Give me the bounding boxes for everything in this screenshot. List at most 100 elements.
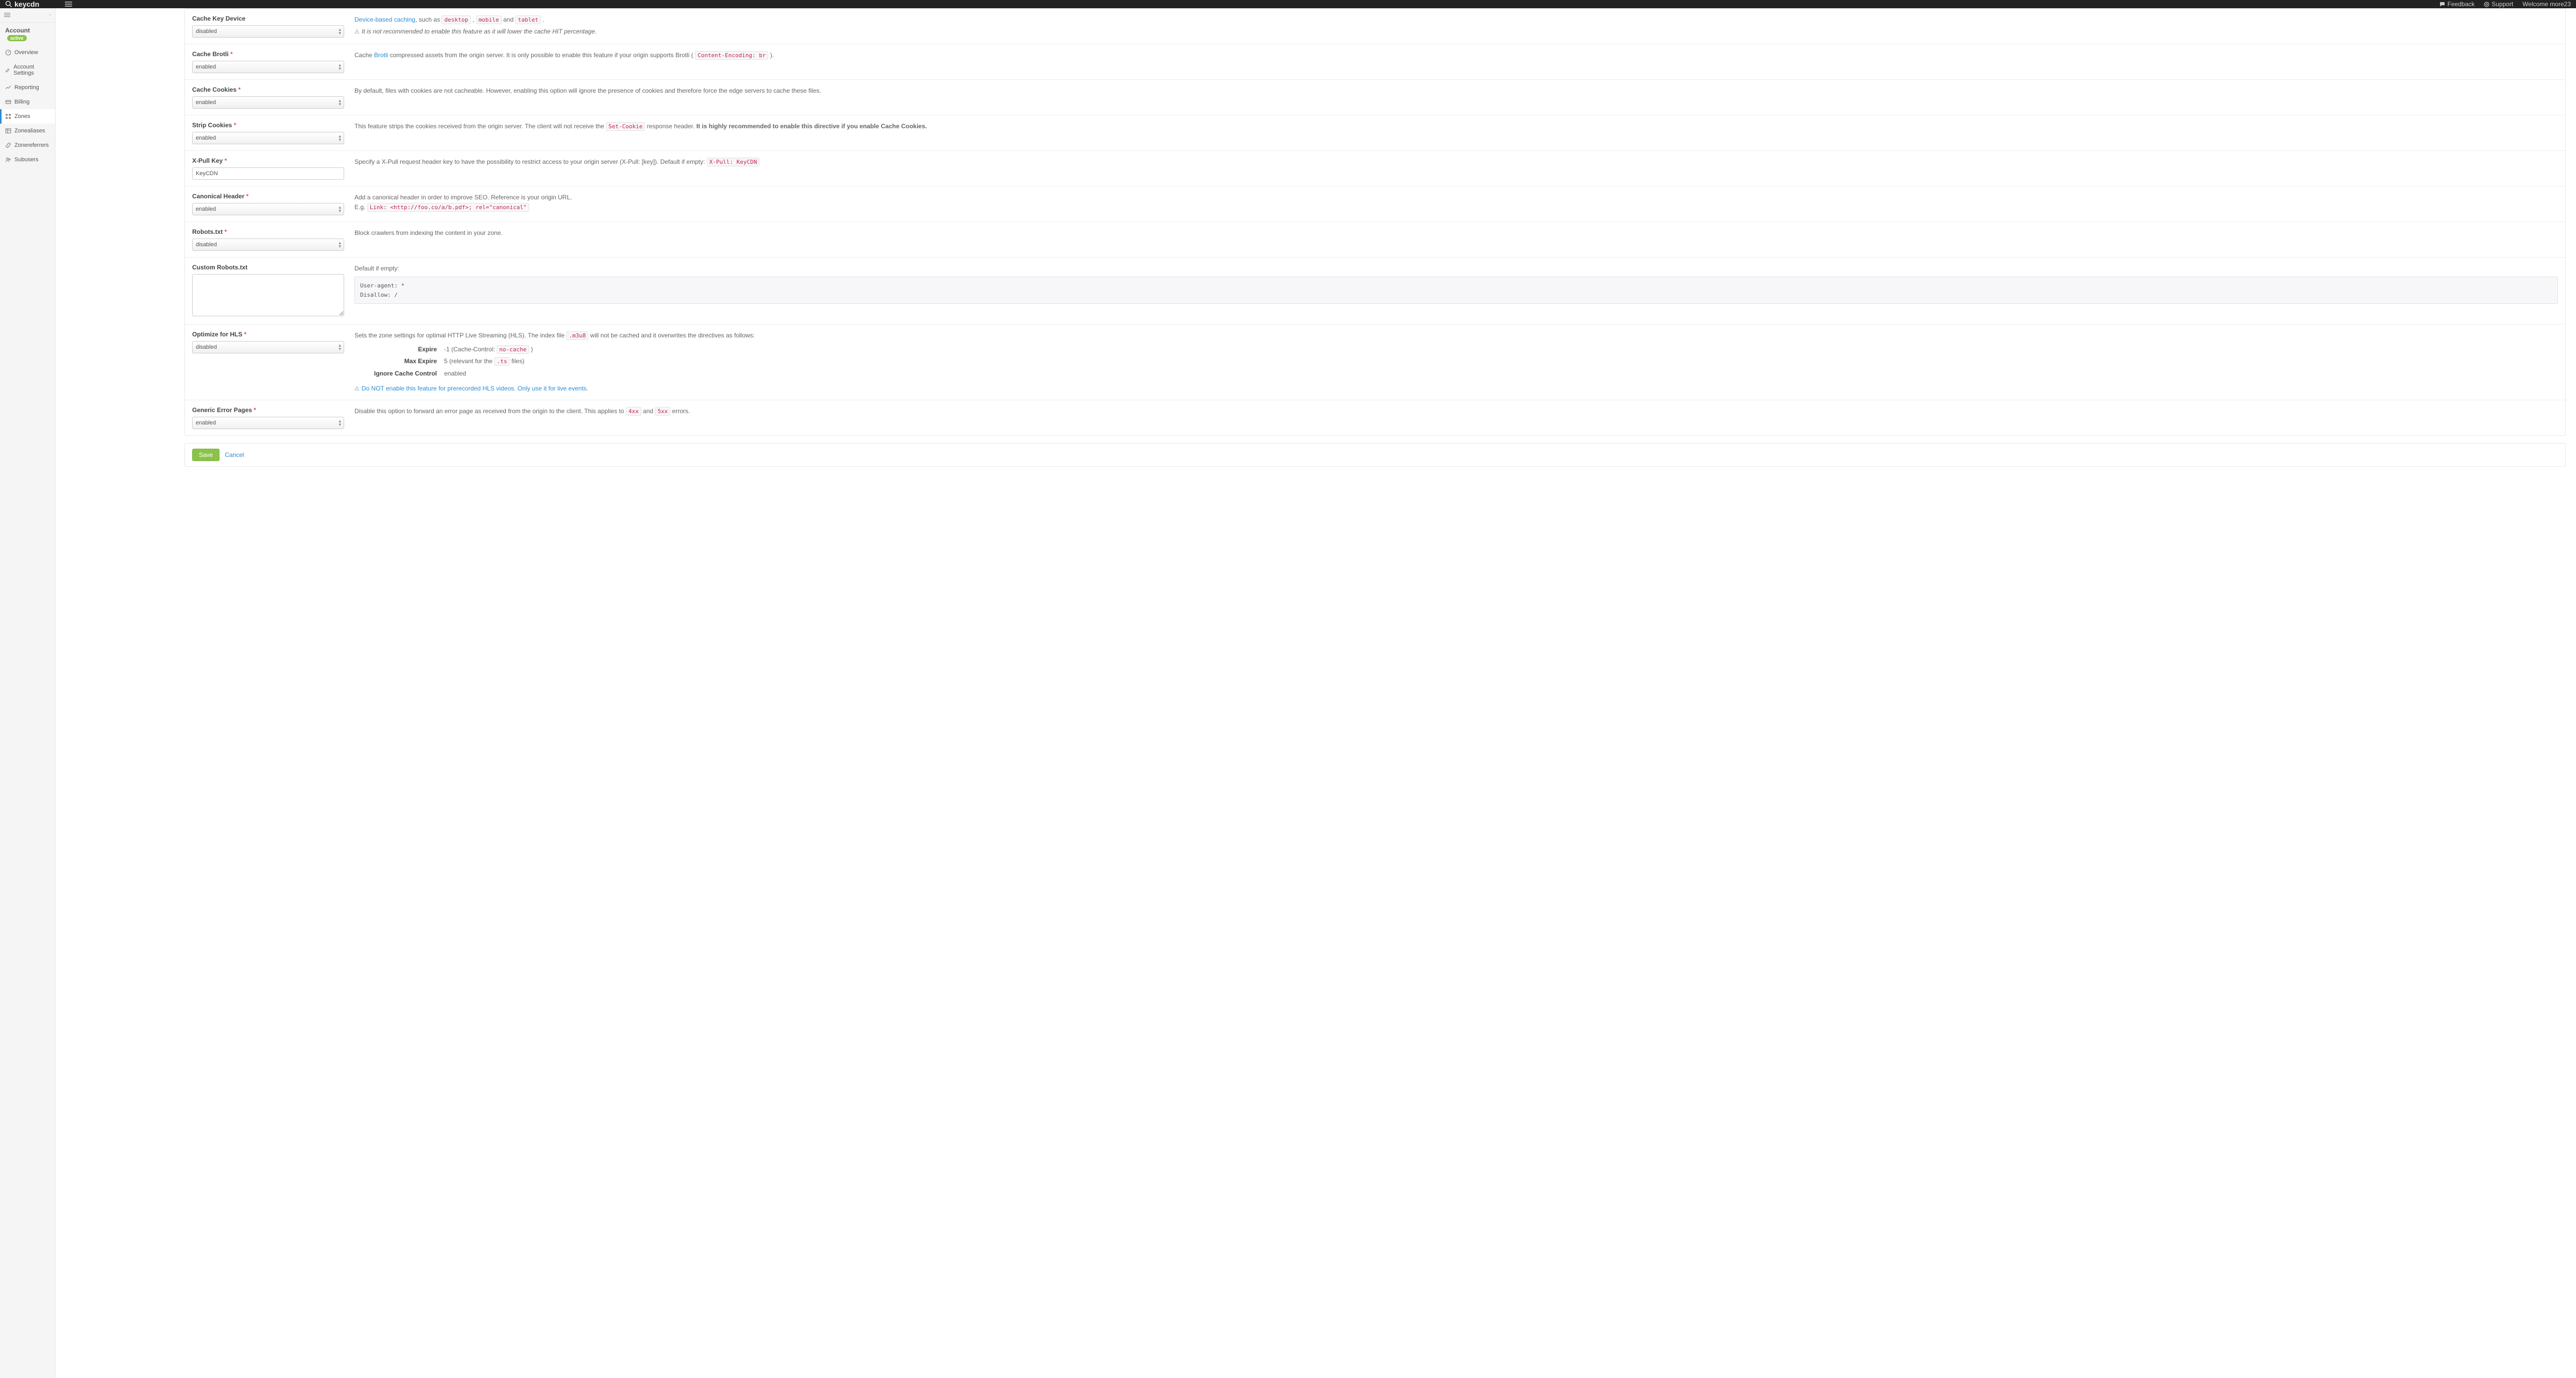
sidebar-item-zones[interactable]: Zones: [0, 109, 55, 124]
text: Robots.txt: [192, 228, 223, 235]
text: Add a canonical header in order to impro…: [354, 193, 2558, 202]
sidebar-header: ◦: [0, 8, 55, 23]
sidebar-item-reporting[interactable]: Reporting: [0, 80, 55, 95]
code-desktop: desktop: [442, 15, 470, 24]
sidebar-item-zonereferrers[interactable]: Zonereferrers: [0, 138, 55, 152]
hls-table: Expire -1 (Cache-Control: no-cache ) Max…: [354, 345, 2558, 379]
support-label: Support: [2492, 1, 2513, 8]
sidebar-item-subusers[interactable]: Subusers: [0, 152, 55, 167]
text: and: [641, 407, 655, 415]
feedback-link[interactable]: Feedback: [2439, 1, 2475, 8]
row-cache-key-device: Cache Key Device disabled ▴▾ Device-base…: [185, 9, 2565, 44]
feedback-label: Feedback: [2447, 1, 2475, 8]
link-icon: [5, 142, 11, 148]
row-canonical: Canonical Header * enabled ▴▾ Add a cano…: [185, 186, 2565, 222]
edit-icon: [5, 67, 10, 73]
hls-expire-key: Expire: [354, 345, 437, 354]
hls-warning: ⚠Do NOT enable this feature for prerecor…: [354, 384, 2558, 394]
row-robots: Robots.txt * disabled ▴▾ Block crawlers …: [185, 222, 2565, 258]
label-strip-cookies: Strip Cookies *: [192, 122, 344, 129]
brand-logo[interactable]: keycdn: [5, 0, 39, 8]
input-xpull[interactable]: [192, 167, 344, 180]
label-cache-brotli: Cache Brotli *: [192, 50, 344, 58]
text: Cache: [354, 52, 374, 59]
support-icon: [2484, 2, 2489, 7]
text: Optimize for HLS: [192, 331, 242, 338]
label-canonical: Canonical Header *: [192, 193, 344, 200]
sidebar-item-overview[interactable]: Overview: [0, 45, 55, 60]
text: Do NOT enable this feature for prerecord…: [362, 385, 588, 392]
nav-label: Zonealiases: [14, 128, 45, 134]
actions-panel: Save Cancel: [184, 443, 2566, 467]
nav-label: Billing: [14, 99, 29, 105]
brotli-link[interactable]: Brotli: [374, 52, 388, 59]
text: Strip Cookies: [192, 122, 232, 129]
select-error-pages[interactable]: enabled: [192, 417, 344, 429]
sidebar-item-account-settings[interactable]: Account Settings: [0, 60, 55, 80]
sidebar-section-title: Account active: [0, 23, 55, 45]
select-robots[interactable]: disabled: [192, 239, 344, 251]
sidebar: ◦ Account active Overview Account Settin…: [0, 8, 56, 1378]
row-cache-cookies: Cache Cookies * enabled ▴▾ By default, f…: [185, 80, 2565, 115]
textarea-custom-robots[interactable]: [192, 274, 344, 316]
warning-icon: ⚠: [354, 386, 360, 392]
users-icon: [5, 157, 11, 163]
nav-label: Overview: [14, 49, 38, 56]
label-hls: Optimize for HLS *: [192, 331, 344, 338]
label-cache-cookies: Cache Cookies *: [192, 86, 344, 93]
strip-cookies-bold: It is highly recommended to enable this …: [697, 123, 927, 130]
label-xpull: X-Pull Key *: [192, 157, 344, 164]
card-icon: [5, 99, 11, 105]
text: 5 (relevant for the: [444, 358, 494, 365]
hamburger-icon[interactable]: [65, 1, 72, 8]
code-ts: .ts: [494, 357, 510, 366]
label-robots: Robots.txt *: [192, 228, 344, 235]
sidebar-hamburger-icon[interactable]: [4, 11, 10, 19]
nav-label: Subusers: [14, 157, 38, 163]
hls-maxexp-key: Max Expire: [354, 356, 437, 366]
support-link[interactable]: Support: [2484, 1, 2513, 8]
select-canonical[interactable]: enabled: [192, 203, 344, 215]
sidebar-collapse-icon[interactable]: ◦: [49, 12, 51, 18]
label-cache-key-device: Cache Key Device: [192, 15, 344, 22]
code-m3u8: .m3u8: [566, 331, 588, 340]
chart-icon: [5, 84, 11, 91]
topbar: keycdn Feedback Support Welcome more23: [0, 0, 2576, 8]
cache-key-device-note: It is not recommended to enable this fea…: [362, 28, 597, 35]
select-cache-brotli[interactable]: enabled: [192, 61, 344, 73]
text: Cache Brotli: [192, 50, 229, 58]
text: ): [529, 346, 533, 353]
sidebar-item-zonealiases[interactable]: Zonealiases: [0, 124, 55, 138]
sidebar-item-billing[interactable]: Billing: [0, 95, 55, 109]
select-cache-key-device[interactable]: disabled: [192, 25, 344, 38]
robots-desc: Block crawlers from indexing the content…: [354, 229, 502, 236]
code-content-encoding: Content-Encoding: br: [695, 51, 768, 60]
code-5xx: 5xx: [655, 407, 670, 416]
save-button[interactable]: Save: [192, 449, 219, 461]
code-canonical: Link: <http://foo.co/a/b.pdf>; rel="cano…: [367, 203, 530, 212]
nav-label: Reporting: [14, 84, 39, 91]
cancel-link[interactable]: Cancel: [225, 451, 244, 458]
welcome-link[interactable]: Welcome more23: [2522, 1, 2571, 8]
row-cache-brotli: Cache Brotli * enabled ▴▾ Cache Brotli c…: [185, 44, 2565, 80]
code-xpull: X-Pull: KeyCDN: [707, 158, 760, 166]
text: Disable this option to forward an error …: [354, 407, 626, 415]
row-error-pages: Generic Error Pages * enabled ▴▾ Disable…: [185, 400, 2565, 435]
select-hls[interactable]: disabled: [192, 341, 344, 353]
settings-panel: Cache Key Device disabled ▴▾ Device-base…: [184, 8, 2566, 436]
text: files): [510, 358, 524, 365]
text: Sets the zone settings for optimal HTTP …: [354, 332, 566, 339]
nav-label: Zonereferrers: [14, 142, 49, 148]
brand-text: keycdn: [14, 0, 39, 8]
custom-robots-default: User-agent: * Disallow: /: [354, 277, 2558, 304]
select-strip-cookies[interactable]: enabled: [192, 132, 344, 144]
select-cache-cookies[interactable]: enabled: [192, 96, 344, 109]
code-tablet: tablet: [515, 15, 541, 24]
text: errors.: [670, 407, 690, 415]
code-set-cookie: Set-Cookie: [606, 122, 645, 131]
text: compressed assets from the origin server…: [388, 52, 695, 59]
cache-cookies-desc: By default, files with cookies are not c…: [354, 87, 821, 94]
device-based-caching-link[interactable]: Device-based caching: [354, 16, 415, 23]
code-4xx: 4xx: [626, 407, 641, 416]
text: E.g.: [354, 203, 367, 211]
